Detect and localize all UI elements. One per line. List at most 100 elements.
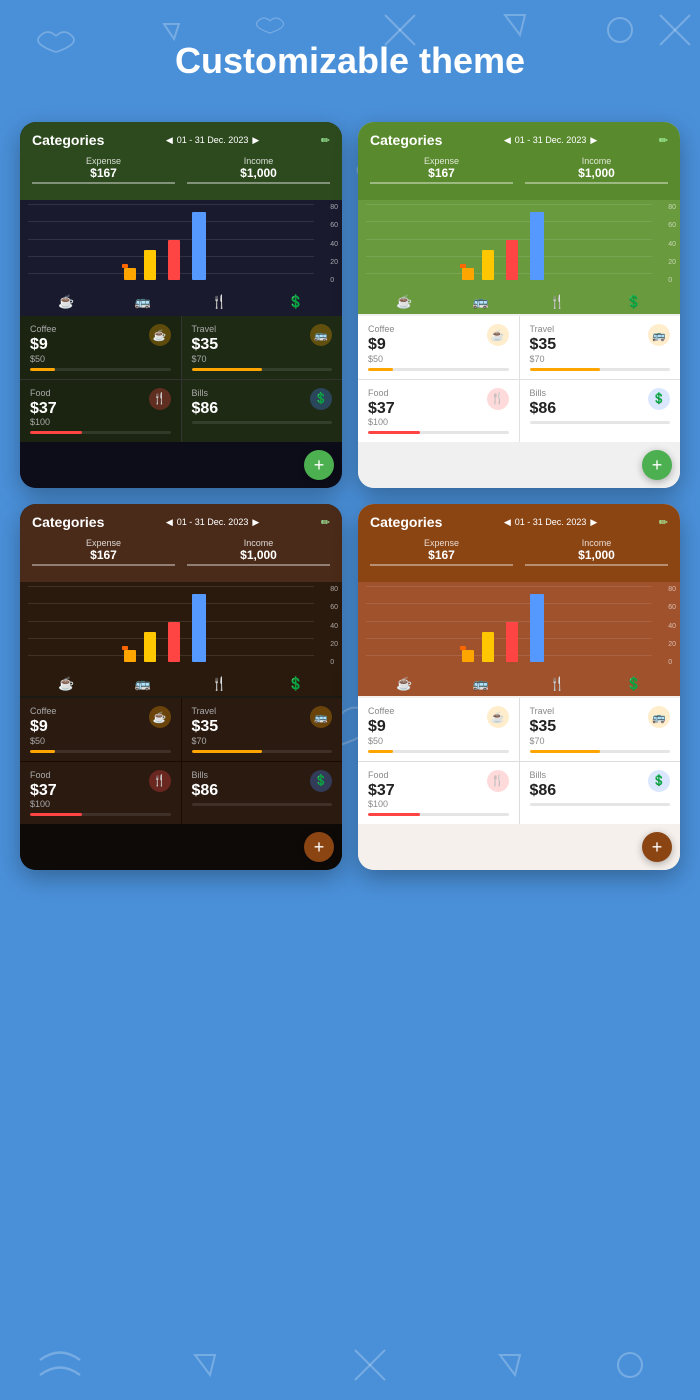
fab-3[interactable]: + — [304, 832, 334, 862]
income-value-1: $1,000 — [187, 166, 330, 180]
bills-badge-4: 💲 — [648, 770, 670, 792]
date-nav-2[interactable]: ◀ 01 - 31 Dec. 2023 ▶ — [504, 135, 597, 146]
fab-4[interactable]: + — [642, 832, 672, 862]
travel-badge-2: 🚌 — [648, 324, 670, 346]
income-value-4: $1,000 — [525, 548, 668, 562]
y-axis-1: 80 60 40 20 0 — [330, 204, 338, 284]
coffee-budget-4: $50 — [368, 736, 509, 746]
travel-budget-4: $70 — [530, 736, 671, 746]
fab-2[interactable]: + — [642, 450, 672, 480]
date-nav-1[interactable]: ◀ 01 - 31 Dec. 2023 ▶ — [166, 135, 259, 146]
card-title-4: Categories — [370, 514, 442, 530]
income-label-1: Income — [187, 156, 330, 166]
bills-icon-4: 💲 — [626, 676, 642, 692]
expense-label-2: Expense — [370, 156, 513, 166]
category-cards-1: ☕ Coffee $9 $50 🚌 Travel $35 $70 🍴 Food … — [20, 316, 342, 442]
next-btn-1[interactable]: ▶ — [252, 135, 259, 146]
coffee-icon-1: ☕ — [58, 294, 74, 310]
income-label-3: Income — [187, 538, 330, 548]
card-title-2: Categories — [370, 132, 442, 148]
cat-food-2: 🍴 Food $37 $100 — [358, 380, 519, 443]
food-budget-3: $100 — [30, 799, 171, 809]
coffee-icon-4: ☕ — [396, 676, 412, 692]
coffee-badge-4: ☕ — [487, 706, 509, 728]
cat-coffee-3: ☕ Coffee $9 $50 — [20, 698, 181, 761]
food-icon-2: 🍴 — [549, 294, 565, 310]
bills-badge-3: 💲 — [310, 770, 332, 792]
cat-coffee-1: ☕ Coffee $9 $50 — [20, 316, 181, 379]
icon-row-3: ☕ 🚌 🍴 💲 — [20, 672, 342, 696]
prev-btn-3[interactable]: ◀ — [166, 517, 173, 528]
fab-1[interactable]: + — [304, 450, 334, 480]
chart-area-1: 80 60 40 20 0 — [20, 200, 342, 290]
card-title-1: Categories — [32, 132, 104, 148]
coffee-budget-2: $50 — [368, 354, 509, 364]
coffee-badge-2: ☕ — [487, 324, 509, 346]
prev-btn-1[interactable]: ◀ — [166, 135, 173, 146]
date-label-1: 01 - 31 Dec. 2023 — [177, 135, 249, 145]
card-light-green: Categories ◀ 01 - 31 Dec. 2023 ▶ ✏ Expen… — [358, 122, 680, 488]
food-budget-2: $100 — [368, 417, 509, 427]
icon-row-4: ☕ 🚌 🍴 💲 — [358, 672, 680, 696]
date-label-2: 01 - 31 Dec. 2023 — [515, 135, 587, 145]
bills-icon-3: 💲 — [288, 676, 304, 692]
cat-bills-2: 💲 Bills $86 — [520, 380, 681, 443]
food-icon-3: 🍴 — [211, 676, 227, 692]
edit-btn-3[interactable]: ✏ — [321, 516, 330, 529]
coffee-budget-3: $50 — [30, 736, 171, 746]
food-icon-1: 🍴 — [211, 294, 227, 310]
travel-icon-1: 🚌 — [135, 294, 151, 310]
edit-btn-2[interactable]: ✏ — [659, 134, 668, 147]
cat-bills-1: 💲 Bills $86 — [182, 380, 343, 443]
cat-travel-1: 🚌 Travel $35 $70 — [182, 316, 343, 379]
coffee-icon-3: ☕ — [58, 676, 74, 692]
expense-value-4: $167 — [370, 548, 513, 562]
coffee-badge-3: ☕ — [149, 706, 171, 728]
bills-badge-1: 💲 — [310, 388, 332, 410]
y-axis-4: 80 60 40 20 0 — [668, 586, 676, 666]
food-budget-4: $100 — [368, 799, 509, 809]
date-label-3: 01 - 31 Dec. 2023 — [177, 517, 249, 527]
food-badge-2: 🍴 — [487, 388, 509, 410]
next-btn-2[interactable]: ▶ — [590, 135, 597, 146]
travel-icon-3: 🚌 — [135, 676, 151, 692]
y-axis-3: 80 60 40 20 0 — [330, 586, 338, 666]
cat-bills-3: 💲 Bills $86 — [182, 762, 343, 825]
date-nav-3[interactable]: ◀ 01 - 31 Dec. 2023 ▶ — [166, 517, 259, 528]
icon-row-1: ☕ 🚌 🍴 💲 — [20, 290, 342, 314]
chart-area-4: 80 60 40 20 0 — [358, 582, 680, 672]
cat-travel-2: 🚌 Travel $35 $70 — [520, 316, 681, 379]
bills-icon-1: 💲 — [288, 294, 304, 310]
expense-value-2: $167 — [370, 166, 513, 180]
prev-btn-4[interactable]: ◀ — [504, 517, 511, 528]
category-cards-4: ☕ Coffee $9 $50 🚌 Travel $35 $70 🍴 Food … — [358, 698, 680, 824]
edit-btn-4[interactable]: ✏ — [659, 516, 668, 529]
date-label-4: 01 - 31 Dec. 2023 — [515, 517, 587, 527]
bills-badge-2: 💲 — [648, 388, 670, 410]
prev-btn-2[interactable]: ◀ — [504, 135, 511, 146]
food-icon-4: 🍴 — [549, 676, 565, 692]
cat-travel-4: 🚌 Travel $35 $70 — [520, 698, 681, 761]
cat-coffee-4: ☕ Coffee $9 $50 — [358, 698, 519, 761]
income-label-4: Income — [525, 538, 668, 548]
chart-area-3: 80 60 40 20 0 — [20, 582, 342, 672]
cat-food-1: 🍴 Food $37 $100 — [20, 380, 181, 443]
next-btn-3[interactable]: ▶ — [252, 517, 259, 528]
travel-icon-2: 🚌 — [473, 294, 489, 310]
edit-btn-1[interactable]: ✏ — [321, 134, 330, 147]
page-title: Customizable theme — [0, 0, 700, 112]
income-label-2: Income — [525, 156, 668, 166]
y-axis-2: 80 60 40 20 0 — [668, 204, 676, 284]
expense-value-1: $167 — [32, 166, 175, 180]
coffee-icon-2: ☕ — [396, 294, 412, 310]
expense-label-1: Expense — [32, 156, 175, 166]
bills-icon-2: 💲 — [626, 294, 642, 310]
expense-label-3: Expense — [32, 538, 175, 548]
cat-travel-3: 🚌 Travel $35 $70 — [182, 698, 343, 761]
cat-coffee-2: ☕ Coffee $9 $50 — [358, 316, 519, 379]
income-value-2: $1,000 — [525, 166, 668, 180]
next-btn-4[interactable]: ▶ — [590, 517, 597, 528]
travel-icon-4: 🚌 — [473, 676, 489, 692]
date-nav-4[interactable]: ◀ 01 - 31 Dec. 2023 ▶ — [504, 517, 597, 528]
travel-budget-1: $70 — [192, 354, 333, 364]
